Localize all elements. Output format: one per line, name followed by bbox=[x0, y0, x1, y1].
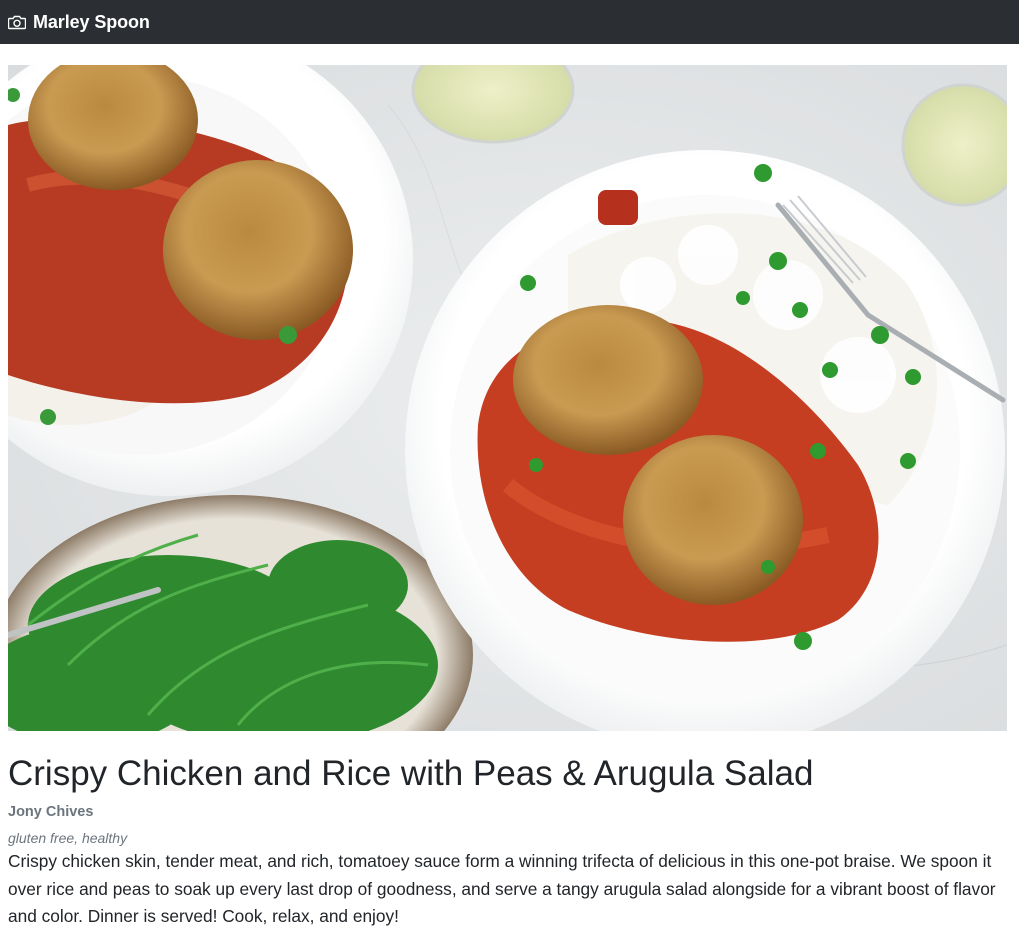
recipe-description: Crispy chicken skin, tender meat, and ri… bbox=[8, 851, 996, 926]
camera-icon bbox=[7, 14, 27, 30]
recipe-hero-image bbox=[8, 65, 1007, 731]
brand-name: Marley Spoon bbox=[33, 11, 150, 32]
recipe-tags: gluten free, healthy bbox=[8, 830, 128, 846]
recipe-title: Crispy Chicken and Rice with Peas & Arug… bbox=[8, 754, 814, 793]
brand-link[interactable]: Marley Spoon bbox=[7, 11, 150, 33]
recipe-author: Jony Chives bbox=[8, 804, 94, 820]
top-navbar: Marley Spoon bbox=[0, 0, 1019, 44]
